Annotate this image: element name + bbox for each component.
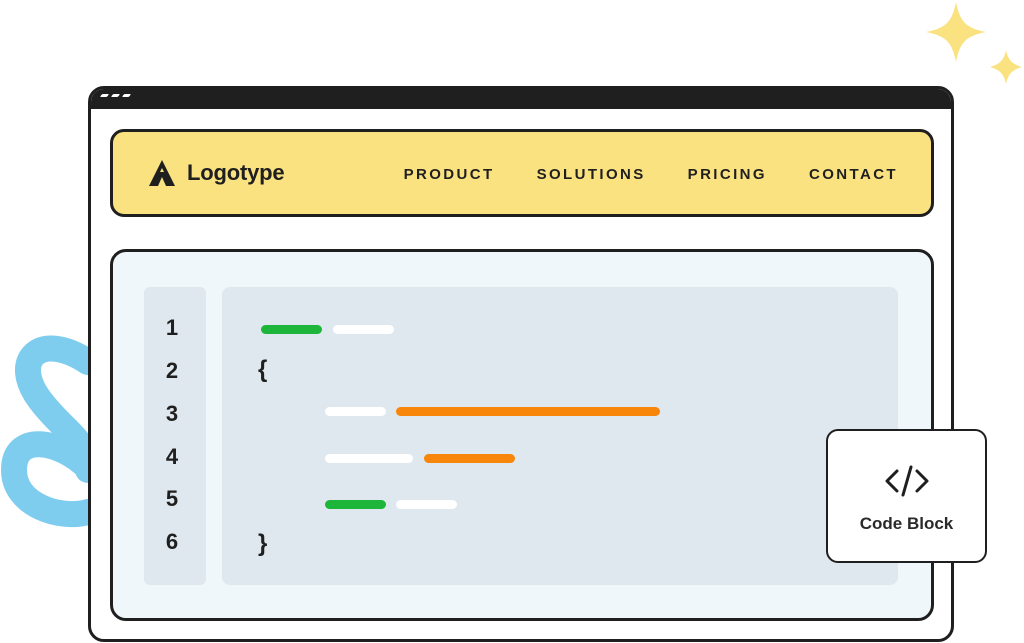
line-number: 5 xyxy=(165,486,179,511)
window-title-bar xyxy=(91,89,951,109)
code-token-text xyxy=(325,407,386,416)
line-number: 4 xyxy=(165,444,179,469)
line-number-gutter: 1 2 3 4 5 6 xyxy=(144,287,206,585)
window-control-dot[interactable] xyxy=(99,94,110,97)
code-close-brace: } xyxy=(258,530,268,557)
logo-text: Logotype xyxy=(187,160,285,185)
nav-link-contact[interactable]: CONTACT xyxy=(809,166,898,183)
nav-link-product[interactable]: PRODUCT xyxy=(404,166,495,183)
browser-window: Logotype PRODUCT SOLUTIONS PRICING CONTA… xyxy=(88,86,954,642)
logo[interactable]: Logotype xyxy=(147,158,285,188)
line-number: 3 xyxy=(165,401,179,426)
window-controls xyxy=(99,94,132,97)
nav-link-pricing[interactable]: PRICING xyxy=(688,166,767,183)
code-open-brace: { xyxy=(258,356,268,383)
code-token-string xyxy=(424,454,515,463)
site-header: Logotype PRODUCT SOLUTIONS PRICING CONTA… xyxy=(110,129,934,217)
illustration-stage: Logotype PRODUCT SOLUTIONS PRICING CONTA… xyxy=(0,0,1024,643)
line-number: 1 xyxy=(165,315,179,340)
logo-icon xyxy=(149,160,175,186)
code-token-keyword xyxy=(325,500,386,509)
line-number: 6 xyxy=(165,529,179,554)
nav-link-solutions[interactable]: SOLUTIONS xyxy=(537,166,646,183)
blue-squiggle-decoration xyxy=(0,335,101,528)
code-token-text xyxy=(396,500,457,509)
sparkle-decoration xyxy=(926,2,1022,84)
code-token-text xyxy=(325,454,413,463)
badge-label: Code Block xyxy=(859,514,954,533)
code-editor[interactable]: { } xyxy=(222,287,898,585)
line-number: 2 xyxy=(165,358,179,383)
code-block-badge[interactable]: Code Block xyxy=(826,429,987,563)
code-panel: 1 2 3 4 5 6 {} xyxy=(110,249,934,621)
code-token-string xyxy=(396,407,660,416)
code-token-text xyxy=(333,325,394,334)
main-nav: PRODUCT SOLUTIONS PRICING CONTACT xyxy=(404,166,898,183)
code-icon xyxy=(885,465,929,497)
window-control-dot[interactable] xyxy=(121,94,132,97)
window-control-dot[interactable] xyxy=(110,94,121,97)
code-token-keyword xyxy=(261,325,322,334)
